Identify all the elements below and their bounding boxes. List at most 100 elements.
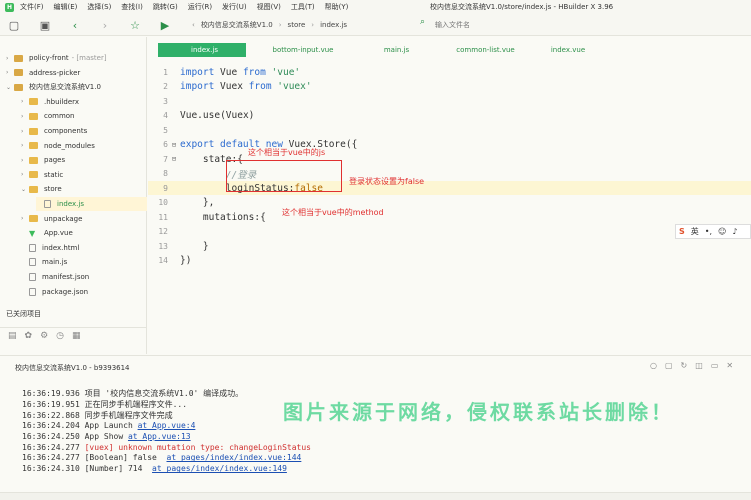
ime-emoji-icon[interactable]: ☺: [718, 227, 726, 236]
layout-icon[interactable]: ▦: [72, 331, 81, 341]
expand-arrow-icon[interactable]: ›: [21, 128, 29, 135]
console-clear-icon[interactable]: ○: [650, 361, 657, 370]
expand-arrow-icon[interactable]: ⌄: [6, 84, 14, 91]
source-link[interactable]: at pages/index/index.vue:144: [167, 453, 302, 462]
tree-item[interactable]: index.js: [36, 197, 147, 211]
sidebar-toggle-icon[interactable]: ‹: [192, 21, 195, 29]
console-stop-icon[interactable]: ▢: [665, 361, 673, 370]
file-icon: [29, 243, 36, 252]
expand-arrow-icon[interactable]: ›: [6, 55, 14, 62]
menu-item[interactable]: 选择(S): [87, 2, 111, 12]
tree-item[interactable]: › pages: [21, 153, 147, 167]
folder-icon: [29, 127, 38, 135]
tree-item[interactable]: › components: [21, 124, 147, 138]
source-link[interactable]: at pages/index/index.vue:149: [152, 464, 287, 473]
tree-item[interactable]: manifest.json: [21, 270, 147, 284]
expand-arrow-icon[interactable]: ⌄: [21, 186, 29, 193]
menu-items: 文件(F) 编辑(E) 选择(S) 查找(I) 跳转(G) 运行(R) 发行(U) 视图(V)…: [20, 2, 358, 12]
menu-item[interactable]: 视图(V): [257, 2, 281, 12]
code-line[interactable]: 13 }: [148, 239, 751, 253]
code-editor[interactable]: 1 import Vue from 'vue' 2 import Vuex from …: [148, 58, 751, 353]
editor-tab[interactable]: bottom-input.vue: [246, 43, 360, 57]
history-icon[interactable]: ◷: [56, 331, 64, 341]
run-icon[interactable]: ▶: [157, 17, 173, 33]
file-icon: [29, 258, 36, 267]
git-branch-label: - [master]: [71, 54, 107, 62]
code-line[interactable]: 5: [148, 123, 751, 137]
code-line[interactable]: 3: [148, 94, 751, 108]
tree-item[interactable]: › unpackage: [21, 212, 147, 226]
new-file-icon[interactable]: ▢: [6, 17, 22, 33]
breadcrumb-project[interactable]: 校内信息交流系统V1.0: [201, 20, 273, 30]
code-line[interactable]: 4 Vue.use(Vuex): [148, 109, 751, 123]
tree-item-label: main.js: [42, 258, 68, 267]
folder-icon: [29, 171, 38, 179]
menu-item[interactable]: 运行(R): [188, 2, 212, 12]
menu-item[interactable]: 跳转(G): [153, 2, 178, 12]
source-link[interactable]: at App.vue:4: [138, 421, 196, 430]
menu-item[interactable]: 发行(U): [222, 2, 247, 12]
tree-item[interactable]: › common: [21, 109, 147, 123]
editor-tab[interactable]: main.js: [360, 43, 433, 57]
folder-icon: [29, 185, 38, 193]
tree-item[interactable]: › address-picker: [6, 66, 147, 80]
tree-item[interactable]: ⌄ 校内信息交流系统V1.0: [6, 80, 147, 94]
fold-toggle-icon[interactable]: ⊟: [168, 155, 180, 163]
console-maximize-icon[interactable]: ▭: [711, 361, 719, 370]
tree-item[interactable]: package.json: [21, 285, 147, 299]
menu-item[interactable]: 帮助(Y): [325, 2, 349, 12]
code-line[interactable]: 1 import Vue from 'vue': [148, 65, 751, 79]
code-line[interactable]: 10 },: [148, 196, 751, 210]
console-refresh-icon[interactable]: ↻: [681, 361, 688, 370]
editor-tab[interactable]: common-list.vue: [433, 43, 538, 57]
tree-item[interactable]: › node_modules: [21, 139, 147, 153]
tree-item[interactable]: ⌄ store: [21, 182, 147, 196]
back-icon[interactable]: ‹: [67, 17, 83, 33]
tree-item[interactable]: ▼ App.vue: [21, 226, 147, 240]
expand-arrow-icon[interactable]: ›: [21, 215, 29, 222]
folder-icon: [29, 142, 38, 150]
code-line[interactable]: 12: [148, 225, 751, 239]
tree-item[interactable]: main.js: [21, 255, 147, 269]
tree-item[interactable]: index.html: [21, 241, 147, 255]
menu-item[interactable]: 编辑(E): [54, 2, 78, 12]
closed-projects[interactable]: 已关闭项目: [6, 309, 41, 319]
editor-tab[interactable]: index.vue: [538, 43, 598, 57]
menu-item[interactable]: 查找(I): [121, 2, 143, 12]
menu-item[interactable]: 文件(F): [20, 2, 44, 12]
tree-item-label: common: [44, 112, 75, 121]
code-line[interactable]: 6 ⊟ export default new Vuex.Store({: [148, 138, 751, 152]
save-icon[interactable]: ▣: [37, 17, 53, 33]
ime-mode[interactable]: 英: [691, 226, 699, 237]
tree-item[interactable]: › .hbuilderx: [21, 95, 147, 109]
breadcrumb-file[interactable]: index.js: [320, 21, 347, 29]
expand-arrow-icon[interactable]: ›: [21, 142, 29, 149]
code-line[interactable]: 11 mutations:{: [148, 210, 751, 224]
project-manager-icon[interactable]: ▤: [8, 331, 17, 341]
star-icon[interactable]: ☆: [127, 17, 143, 33]
file-search-input[interactable]: [435, 18, 585, 32]
breadcrumb-folder[interactable]: store: [288, 21, 306, 29]
expand-arrow-icon[interactable]: ›: [21, 157, 29, 164]
code-line[interactable]: 14}): [148, 254, 751, 268]
fold-toggle-icon[interactable]: ⊟: [168, 141, 180, 149]
menu-item[interactable]: 工具(T): [291, 2, 315, 12]
tree-item[interactable]: › policy-front - [master]: [6, 51, 147, 65]
console-close-icon[interactable]: ✕: [726, 361, 733, 370]
expand-arrow-icon[interactable]: ›: [6, 69, 14, 76]
source-link[interactable]: at App.vue:13: [128, 432, 191, 441]
editor-tab[interactable]: index.js: [158, 43, 246, 57]
ime-toolbar[interactable]: S 英 •, ☺ ♪: [675, 224, 751, 239]
expand-arrow-icon[interactable]: ›: [21, 98, 29, 105]
console-filter-icon[interactable]: ◫: [695, 361, 703, 370]
tree-item[interactable]: › static: [21, 168, 147, 182]
ime-mic-icon[interactable]: ♪: [732, 227, 737, 236]
plugin-icon[interactable]: ✿: [25, 331, 33, 341]
folder-icon: [29, 156, 38, 164]
code-line[interactable]: 2 import Vuex from 'vuex': [148, 80, 751, 94]
expand-arrow-icon[interactable]: ›: [21, 171, 29, 178]
settings-icon[interactable]: ⚙: [40, 331, 48, 341]
ime-punctuation-icon[interactable]: •,: [705, 227, 712, 236]
expand-arrow-icon[interactable]: ›: [21, 113, 29, 120]
forward-icon[interactable]: ›: [97, 17, 113, 33]
